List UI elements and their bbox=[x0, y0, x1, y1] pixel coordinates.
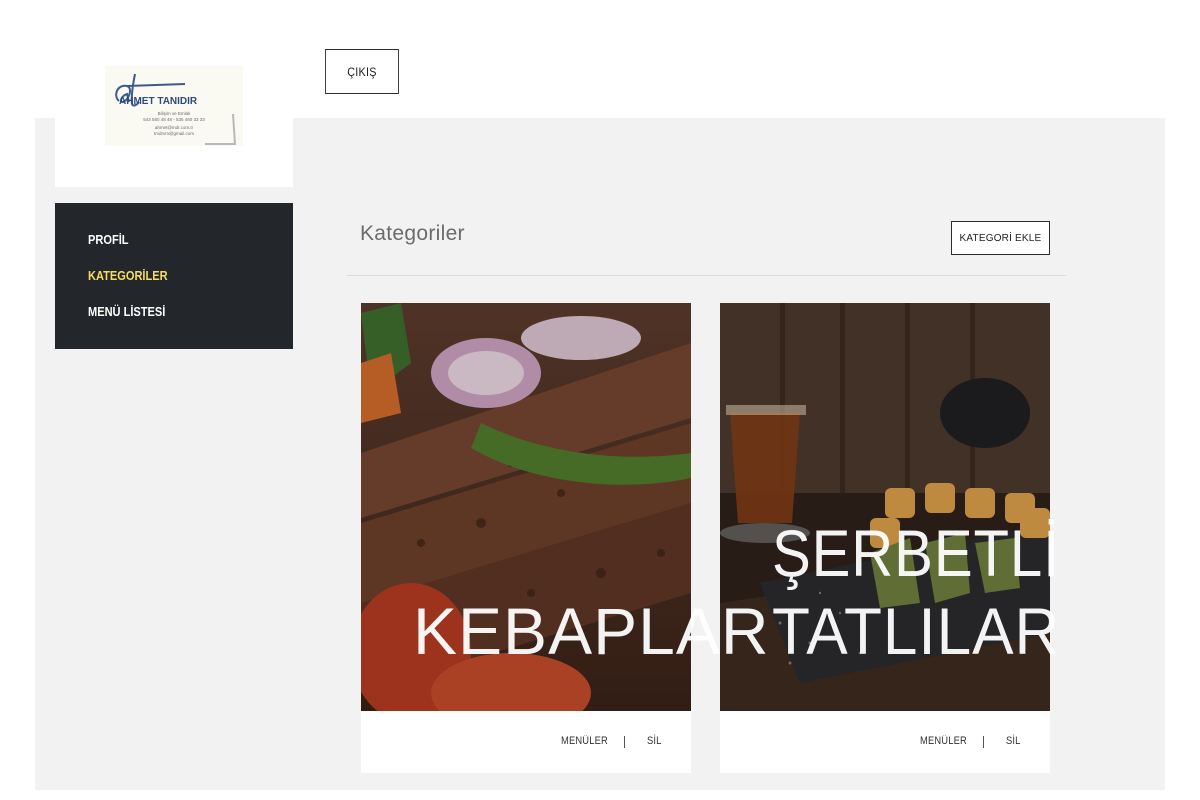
menus-link[interactable]: MENÜLER bbox=[920, 735, 967, 747]
logo-phones: 543 580 48 48 - 535 460 33 33 bbox=[143, 117, 205, 122]
sidebar-item-categories[interactable]: KATEGORİLER bbox=[88, 268, 168, 283]
sidebar-item-profile[interactable]: PROFİL bbox=[88, 232, 129, 247]
logo-email: ahmet@mdr.com.tr bbox=[154, 125, 194, 130]
category-title-line2: TATLILAR bbox=[772, 594, 1061, 668]
sidebar-nav: PROFİL KATEGORİLER MENÜ LİSTESİ bbox=[55, 203, 293, 349]
header-divider bbox=[347, 275, 1066, 276]
category-card-kebaplar[interactable]: MENÜLER SİL bbox=[361, 303, 691, 773]
logo-tagline: Bilişim ve Emlak bbox=[157, 111, 191, 116]
logo-panel: AHMET TANIDIR Bilişim ve Emlak 543 580 4… bbox=[55, 40, 293, 187]
logo-name: AHMET TANIDIR bbox=[119, 96, 198, 107]
card-footer bbox=[720, 711, 1050, 773]
card-footer bbox=[361, 711, 691, 773]
category-title-kebaplar: KEBAPLAR bbox=[413, 594, 770, 668]
delete-link[interactable]: SİL bbox=[647, 735, 662, 747]
sidebar-item-menu-list[interactable]: MENÜ LİSTESİ bbox=[88, 304, 165, 319]
menus-link[interactable]: MENÜLER bbox=[561, 735, 608, 747]
logo-email-2: tmdrvm@gmail.com bbox=[153, 131, 195, 136]
delete-link[interactable]: SİL bbox=[1006, 735, 1021, 747]
footer-separator bbox=[983, 736, 984, 748]
page-title: Kategoriler bbox=[360, 222, 465, 245]
exit-button[interactable]: ÇIKIŞ bbox=[325, 49, 399, 94]
category-title-line1: ŞERBETLİ bbox=[772, 516, 1061, 590]
add-category-button[interactable]: KATEGORİ EKLE bbox=[951, 221, 1050, 255]
company-logo[interactable]: AHMET TANIDIR Bilişim ve Emlak 543 580 4… bbox=[105, 66, 243, 146]
footer-separator bbox=[624, 736, 625, 748]
